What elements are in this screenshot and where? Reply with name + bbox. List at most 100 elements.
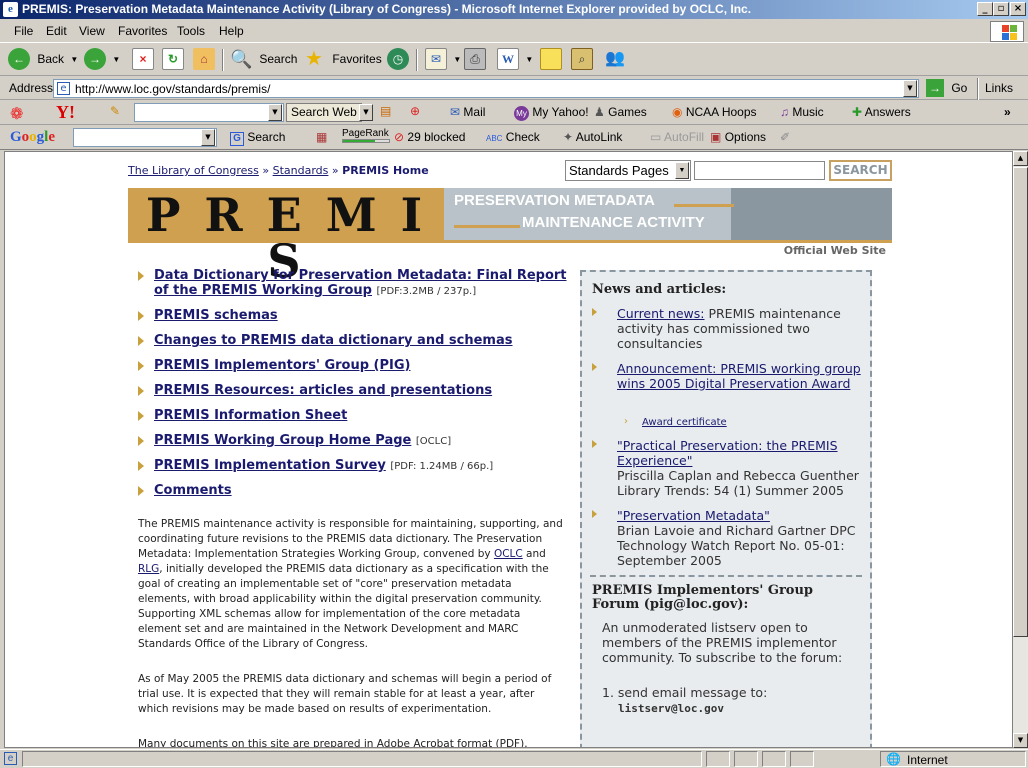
announcement-link[interactable]: Announcement: PREMIS working group wins … (617, 361, 861, 391)
maximize-button[interactable]: ▫ (993, 2, 1009, 16)
standards-pages-select[interactable]: Standards Pages ▼ (565, 160, 691, 181)
stop-button[interactable]: × (132, 48, 154, 72)
minimize-button[interactable]: _ (977, 2, 993, 16)
windows-logo-icon (990, 21, 1024, 42)
my-yahoo-button[interactable]: My My Yahoo! (514, 105, 589, 121)
menu-view[interactable]: View (79, 24, 105, 38)
google-toolbar: Google ▼ G Search ▦ PageRank ⊘ 29 blocke… (0, 126, 1028, 150)
refresh-button[interactable]: ↻ (162, 48, 184, 72)
arrow-icon (138, 436, 144, 446)
scroll-up-button[interactable]: ▲ (1013, 151, 1028, 166)
pencil-icon[interactable]: ✎ (110, 104, 120, 118)
ncaa-hoops-button[interactable]: ◉ NCAA Hoops (672, 105, 757, 119)
music-button[interactable]: ♫ Music (780, 105, 824, 119)
page-icon: e (4, 752, 17, 765)
preservation-metadata-link[interactable]: "Preservation Metadata" (617, 508, 770, 523)
google-search-input[interactable]: ▼ (73, 128, 217, 147)
menu-favorites[interactable]: Favorites (118, 24, 167, 38)
forward-arrow-icon: → (84, 48, 106, 70)
arrow-icon (592, 363, 597, 371)
autolink-button[interactable]: ✦ AutoLink (563, 130, 622, 144)
menu-edit[interactable]: Edit (46, 24, 67, 38)
yahoo-mail-button[interactable]: ✉ Mail (450, 105, 485, 119)
games-button[interactable]: ♟ Games (594, 105, 647, 119)
options-button[interactable]: ▣ Options (710, 130, 766, 144)
breadcrumb-standards-link[interactable]: Standards (273, 164, 329, 177)
site-search-button[interactable]: SEARCH (829, 160, 892, 181)
practical-preservation-link[interactable]: "Practical Preservation: the PREMIS Expe… (617, 438, 838, 468)
breadcrumb-loc-link[interactable]: The Library of Congress (128, 164, 259, 177)
spell-check-button[interactable]: ABC Check (486, 130, 540, 144)
google-logo[interactable]: Google (10, 129, 55, 146)
yahoo-swirl-icon[interactable]: ❁ (10, 104, 23, 124)
menu-help[interactable]: Help (219, 24, 244, 38)
search-icon: 🔍 (230, 49, 253, 69)
highlighter-icon[interactable]: ✐ (780, 130, 790, 144)
answers-button[interactable]: ✚ Answers (852, 105, 911, 119)
address-bar: Address e http://www.loc.gov/standards/p… (0, 77, 1028, 100)
page-icon: e (57, 82, 70, 95)
news-sidebar: News and articles: Current news: PREMIS … (580, 270, 872, 747)
search-web-button[interactable]: Search Web (286, 103, 362, 122)
banner-line1: PRESERVATION METADATA (454, 192, 655, 209)
current-news-link[interactable]: Current news: (617, 306, 704, 321)
more-chevron-icon[interactable]: » (1004, 105, 1011, 119)
mail-button[interactable]: ✉ ▼ (425, 48, 461, 72)
games-icon: ♟ (594, 105, 605, 119)
highlight-icon[interactable]: ▤ (380, 104, 391, 118)
mail-icon: ✉ (425, 48, 447, 70)
go-button[interactable]: → Go (926, 79, 967, 97)
links-button[interactable]: Links (985, 81, 1013, 95)
address-dropdown[interactable]: ▼ (903, 80, 917, 97)
options-icon: ▣ (710, 130, 722, 144)
autofill-button[interactable]: ▭ AutoFill (650, 130, 704, 144)
target-icon[interactable]: ⊕ (410, 104, 420, 118)
menu-tools[interactable]: Tools (177, 24, 205, 38)
scroll-down-button[interactable]: ▼ (1013, 733, 1028, 748)
favorites-button[interactable]: ★ Favorites (303, 48, 382, 72)
go-arrow-icon: → (926, 79, 944, 97)
chevron-down-icon: ▼ (525, 54, 534, 64)
back-button[interactable]: ← Back ▼ (8, 48, 78, 72)
forward-button[interactable]: → ▼ (84, 48, 120, 72)
back-arrow-icon: ← (8, 48, 30, 70)
yahoo-search-dropdown[interactable]: ▼ (268, 104, 282, 121)
official-site-label: Official Web Site (783, 244, 886, 257)
home-button[interactable]: ⌂ (193, 48, 215, 72)
rlg-link[interactable]: RLG (138, 563, 159, 575)
news-icon[interactable]: ▦ (316, 130, 327, 144)
popup-blocker-button[interactable]: ⊘ 29 blocked (394, 130, 465, 144)
menu-file[interactable]: File (14, 24, 33, 38)
edit-button[interactable]: W ▼ (497, 48, 533, 72)
history-button[interactable]: ◷ (387, 48, 409, 72)
discuss-button[interactable] (540, 48, 562, 72)
premis-banner: P R E M I S PRESERVATION METADATA MAINTE… (128, 188, 892, 284)
messenger-button[interactable]: 👥 (604, 48, 626, 72)
chevron-right-icon: › (624, 416, 628, 427)
address-input[interactable]: e http://www.loc.gov/standards/premis/ ▼ (53, 79, 919, 98)
note-icon (540, 48, 562, 70)
stop-icon: × (132, 48, 154, 70)
arrow-icon (138, 486, 144, 496)
print-button[interactable]: ⎙ (464, 48, 486, 72)
scroll-thumb[interactable] (1013, 167, 1028, 637)
google-search-dropdown[interactable]: ▼ (201, 129, 215, 146)
site-search-input[interactable] (694, 161, 825, 180)
research-button[interactable]: ⌕ (571, 48, 593, 72)
history-icon: ◷ (387, 48, 409, 70)
vertical-scrollbar[interactable]: ▲ ▼ (1013, 151, 1028, 748)
award-certificate-link[interactable]: Award certificate (642, 415, 842, 430)
select-dropdown[interactable]: ▼ (675, 162, 689, 179)
search-button[interactable]: 🔍 Search (230, 48, 297, 72)
search-web-dropdown[interactable]: ▼ (359, 104, 373, 121)
pig-description: An unmoderated listserv open to members … (602, 620, 843, 665)
banner-line2: MAINTENANCE ACTIVITY (522, 214, 705, 231)
oclc-link[interactable]: OCLC (494, 548, 523, 560)
google-search-button[interactable]: G Search (230, 130, 285, 146)
arrow-icon (138, 336, 144, 346)
arrow-icon (138, 361, 144, 371)
arrow-icon (138, 271, 144, 281)
yahoo-search-input[interactable]: ▼ (134, 103, 284, 122)
yahoo-logo[interactable]: Y! (56, 102, 75, 123)
close-button[interactable]: × (1010, 2, 1026, 16)
